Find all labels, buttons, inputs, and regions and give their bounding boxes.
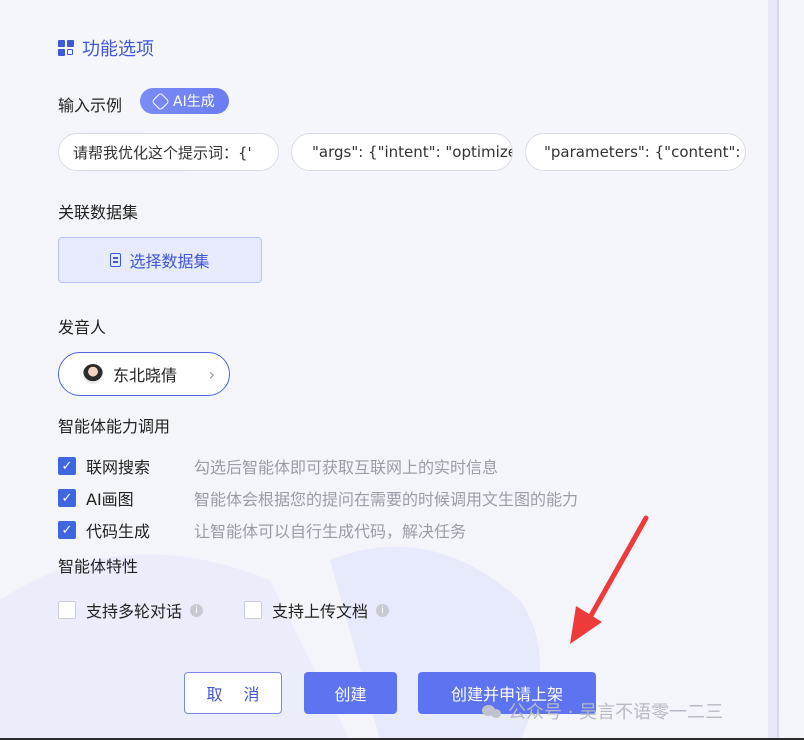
dataset-label: 关联数据集: [58, 203, 139, 222]
info-icon[interactable]: i: [190, 603, 204, 617]
info-icon[interactable]: i: [376, 603, 390, 617]
cancel-button[interactable]: 取 消: [184, 672, 282, 714]
capability-desc: 勾选后智能体即可获取互联网上的实时信息: [194, 458, 499, 477]
capability-row-web-search[interactable]: ✓ 联网搜索 勾选后智能体即可获取互联网上的实时信息: [58, 455, 498, 477]
chevron-right-icon: ›: [208, 364, 215, 384]
ai-sparkle-icon: [151, 91, 170, 111]
speaker-label: 发音人: [58, 318, 107, 337]
checkbox-upload-doc[interactable]: [244, 601, 262, 619]
document-icon: [110, 253, 122, 267]
watermark: 公众号 · 吴言不语零一二三: [482, 698, 723, 724]
capability-row-ai-drawing[interactable]: ✓ AI画图 智能体会根据您的提问在需要的时候调用文生图的能力: [58, 487, 578, 509]
speaker-name: 东北晓倩: [113, 366, 178, 385]
select-dataset-button[interactable]: 选择数据集: [58, 237, 262, 283]
ai-generate-label: AI生成: [173, 94, 215, 110]
section-header: 功能选项: [58, 35, 154, 61]
section-title: 功能选项: [82, 39, 154, 60]
example-chip-3[interactable]: "parameters": {"content":: [525, 133, 746, 171]
features-label: 智能体特性: [58, 557, 139, 576]
checkbox-ai-drawing[interactable]: ✓: [58, 489, 76, 507]
capability-name: 联网搜索: [86, 458, 151, 477]
red-arrow-annotation: [570, 515, 649, 644]
feature-upload-doc[interactable]: 支持上传文档 i: [244, 599, 390, 621]
avatar: [83, 364, 103, 384]
create-button[interactable]: 创建: [304, 672, 397, 714]
example-text: 请帮我优化这个提示词：{': [73, 143, 252, 162]
checkbox-code-gen[interactable]: ✓: [58, 521, 76, 539]
capabilities-label: 智能体能力调用: [58, 417, 171, 436]
example-chip-2[interactable]: "args": {"intent": "optimize: [291, 133, 513, 171]
example-chip-1[interactable]: 请帮我优化这个提示词：{': [58, 133, 279, 171]
checkbox-multi-turn[interactable]: [58, 601, 76, 619]
capability-name: 代码生成: [86, 522, 151, 541]
feature-multi-turn[interactable]: 支持多轮对话 i: [58, 599, 204, 621]
capability-desc: 智能体会根据您的提问在需要的时候调用文生图的能力: [194, 490, 579, 509]
feature-name: 支持上传文档: [272, 602, 369, 621]
select-dataset-label: 选择数据集: [129, 252, 210, 271]
grid-icon: [58, 40, 74, 56]
input-example-label: 输入示例: [58, 96, 123, 115]
ai-generate-button[interactable]: AI生成: [140, 88, 229, 114]
speaker-selector[interactable]: 东北晓倩 ›: [58, 352, 230, 396]
capability-row-code-gen[interactable]: ✓ 代码生成 让智能体可以自行生成代码，解决任务: [58, 519, 466, 541]
example-text: "parameters": {"content":: [544, 143, 741, 161]
panel-divider: [777, 0, 779, 740]
capability-desc: 让智能体可以自行生成代码，解决任务: [194, 522, 467, 541]
watermark-text: 公众号 · 吴言不语零一二三: [508, 702, 724, 723]
example-text: "args": {"intent": "optimize: [312, 143, 513, 161]
feature-name: 支持多轮对话: [86, 602, 183, 621]
capability-name: AI画图: [86, 490, 134, 509]
checkbox-web-search[interactable]: ✓: [58, 457, 76, 475]
wechat-icon: [482, 703, 502, 719]
